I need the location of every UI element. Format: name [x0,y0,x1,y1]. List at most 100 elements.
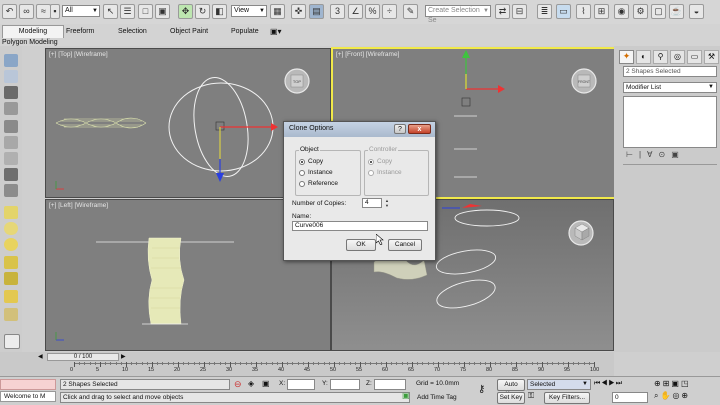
create-tab-icon[interactable]: ✦ [619,50,634,64]
object-list-icon[interactable] [4,102,18,115]
maxscript-listener[interactable] [0,379,56,390]
auto-key-button[interactable]: Auto Key [497,379,525,398]
keyboard-shortcut-icon[interactable]: ▤ [309,4,324,19]
percent-snap-icon[interactable]: % [365,4,380,19]
time-tag-icon[interactable]: ▣ [402,391,410,400]
zoom-controls[interactable]: ⊕⊞▣◳ [654,379,691,388]
window-crossing-icon[interactable]: ▣ [155,4,170,19]
light-icon[interactable] [4,290,18,303]
geosphere-icon[interactable] [4,256,18,269]
isolate-icon[interactable]: ◈ [248,379,254,388]
pivot-icon[interactable]: ▦ [270,4,285,19]
hierarchy-tab-icon[interactable]: ⚲ [653,50,668,64]
help-button[interactable]: ? [394,124,406,134]
radio-copy[interactable] [299,159,305,165]
link-icon[interactable]: ∞ [19,4,34,19]
name-input[interactable]: Curve006 [292,221,428,231]
hide-icon[interactable] [4,152,18,165]
select-manipulate-icon[interactable]: ✜ [291,4,306,19]
schematic-view-icon[interactable]: ⊞ [594,4,609,19]
absolute-mode-icon[interactable]: ▣ [262,379,270,388]
container-icon[interactable] [4,120,18,133]
next-frame-icon[interactable]: ▶ [121,353,129,361]
undo-icon[interactable]: ↶ [2,4,17,19]
sound-icon[interactable] [4,184,18,197]
key-filters-button[interactable]: Key Filters... [544,392,590,404]
z-coordinate-input[interactable] [374,379,406,390]
ok-button[interactable]: OK [346,239,376,251]
move-icon[interactable]: ✥ [178,4,193,19]
modify-tab-icon[interactable]: ◐ [636,50,651,64]
cylinder-primitive-icon[interactable] [4,222,18,235]
bind-icon[interactable]: ▪ [50,4,60,19]
set-keys-icon[interactable]: ⚿ [528,391,534,401]
render-iterative-icon[interactable]: ◒ [689,4,704,19]
viewport-layout-icon[interactable] [4,54,18,67]
named-selection-input[interactable]: Create Selection Se ▼ [425,5,491,24]
display-icon[interactable] [4,168,18,181]
copies-input[interactable]: 4 [362,198,382,208]
modifier-stack[interactable] [623,96,717,148]
pyramid-icon[interactable] [4,272,18,285]
select-by-name-icon[interactable]: ☰ [120,4,135,19]
time-slider[interactable]: 0 / 100 [47,353,119,361]
playback-controls[interactable]: ⏮◀▶⏭ [594,380,623,388]
set-key-button[interactable]: Set Key [497,392,525,404]
current-frame-input[interactable]: 0 [612,392,648,403]
radio-reference-label[interactable]: Reference [308,180,338,187]
render-setup-icon[interactable]: ⚙ [633,4,648,19]
prev-frame-icon[interactable]: ◀ [38,353,46,361]
selection-info-field[interactable]: 2 Shapes Selected [623,66,717,77]
selection-filter-select[interactable]: All ▼ [62,5,100,17]
select-object-icon[interactable]: ↖ [103,4,118,19]
dialog-title-bar[interactable]: Clone Options ? x [284,122,435,137]
radio-instance-label[interactable]: Instance [308,169,333,176]
radio-instance[interactable] [299,170,305,176]
angle-snap-icon[interactable]: ∠ [348,4,363,19]
rect-region-icon[interactable]: □ [138,4,153,19]
freeze-icon[interactable] [4,136,18,149]
track-bar[interactable]: 0 5 10 15 20 25 30 35 40 45 50 55 60 65 70 75 80 85 90 95 10… [70,362,599,374]
mirror-icon[interactable]: ⇄ [495,4,510,19]
graphite-ribbon-icon[interactable]: ▭ [556,4,571,19]
x-coordinate-input[interactable] [287,379,315,390]
add-time-tag[interactable]: Add Time Tag [417,394,457,401]
reference-coordinate-select[interactable]: View ▼ [231,5,267,17]
tab-selection[interactable]: Selection [118,27,147,36]
lock-icon[interactable]: ⊖ [234,379,242,390]
material-editor-icon[interactable]: ◉ [614,4,629,19]
ribbon-options-icon[interactable]: ▣▾ [270,27,282,36]
tab-freeform[interactable]: Freeform [66,27,94,36]
rendered-frame-icon[interactable]: ▢ [651,4,666,19]
unlink-icon[interactable]: ≈ [36,4,51,19]
close-button[interactable]: x [408,124,431,134]
snap-3d-icon[interactable]: 3 [330,4,345,19]
tab-object-paint[interactable]: Object Paint [170,27,208,36]
tab-modeling[interactable]: Modeling [2,25,64,38]
welcome-text[interactable]: Welcome to M [0,391,56,402]
align-icon[interactable]: ⊟ [512,4,527,19]
viewport-nav-controls[interactable]: ⌕✋◎⊕ [654,391,690,401]
radio-copy-label[interactable]: Copy [308,158,323,165]
scene-explorer-icon[interactable] [4,70,18,83]
layer-explorer-icon[interactable] [4,86,18,99]
key-mode-select[interactable]: Selected ▼ [527,379,591,390]
cancel-button[interactable]: Cancel [388,239,422,251]
display-tab-icon[interactable]: ▭ [687,50,702,64]
spinner-snap-icon[interactable]: ÷ [382,4,397,19]
utilities-tab-icon[interactable]: ⚒ [704,50,719,64]
layer-manager-icon[interactable]: ≣ [537,4,552,19]
key-icon[interactable]: ⚷ [478,384,485,395]
expand-toolbar-icon[interactable] [4,334,20,349]
y-coordinate-input[interactable] [330,379,360,390]
scale-icon[interactable]: ◧ [212,4,227,19]
plane-icon[interactable] [4,308,18,321]
radio-reference[interactable] [299,181,305,187]
sphere-primitive-icon[interactable] [4,238,18,251]
controller-radio-instance[interactable] [368,170,374,176]
render-production-icon[interactable]: ☕ [669,4,684,19]
rotate-icon[interactable]: ↻ [195,4,210,19]
copies-spinner-icon[interactable]: ▲ ▼ [384,198,390,208]
modifier-list-select[interactable]: Modifier List ▼ [623,82,717,93]
tab-populate[interactable]: Populate [231,27,259,36]
